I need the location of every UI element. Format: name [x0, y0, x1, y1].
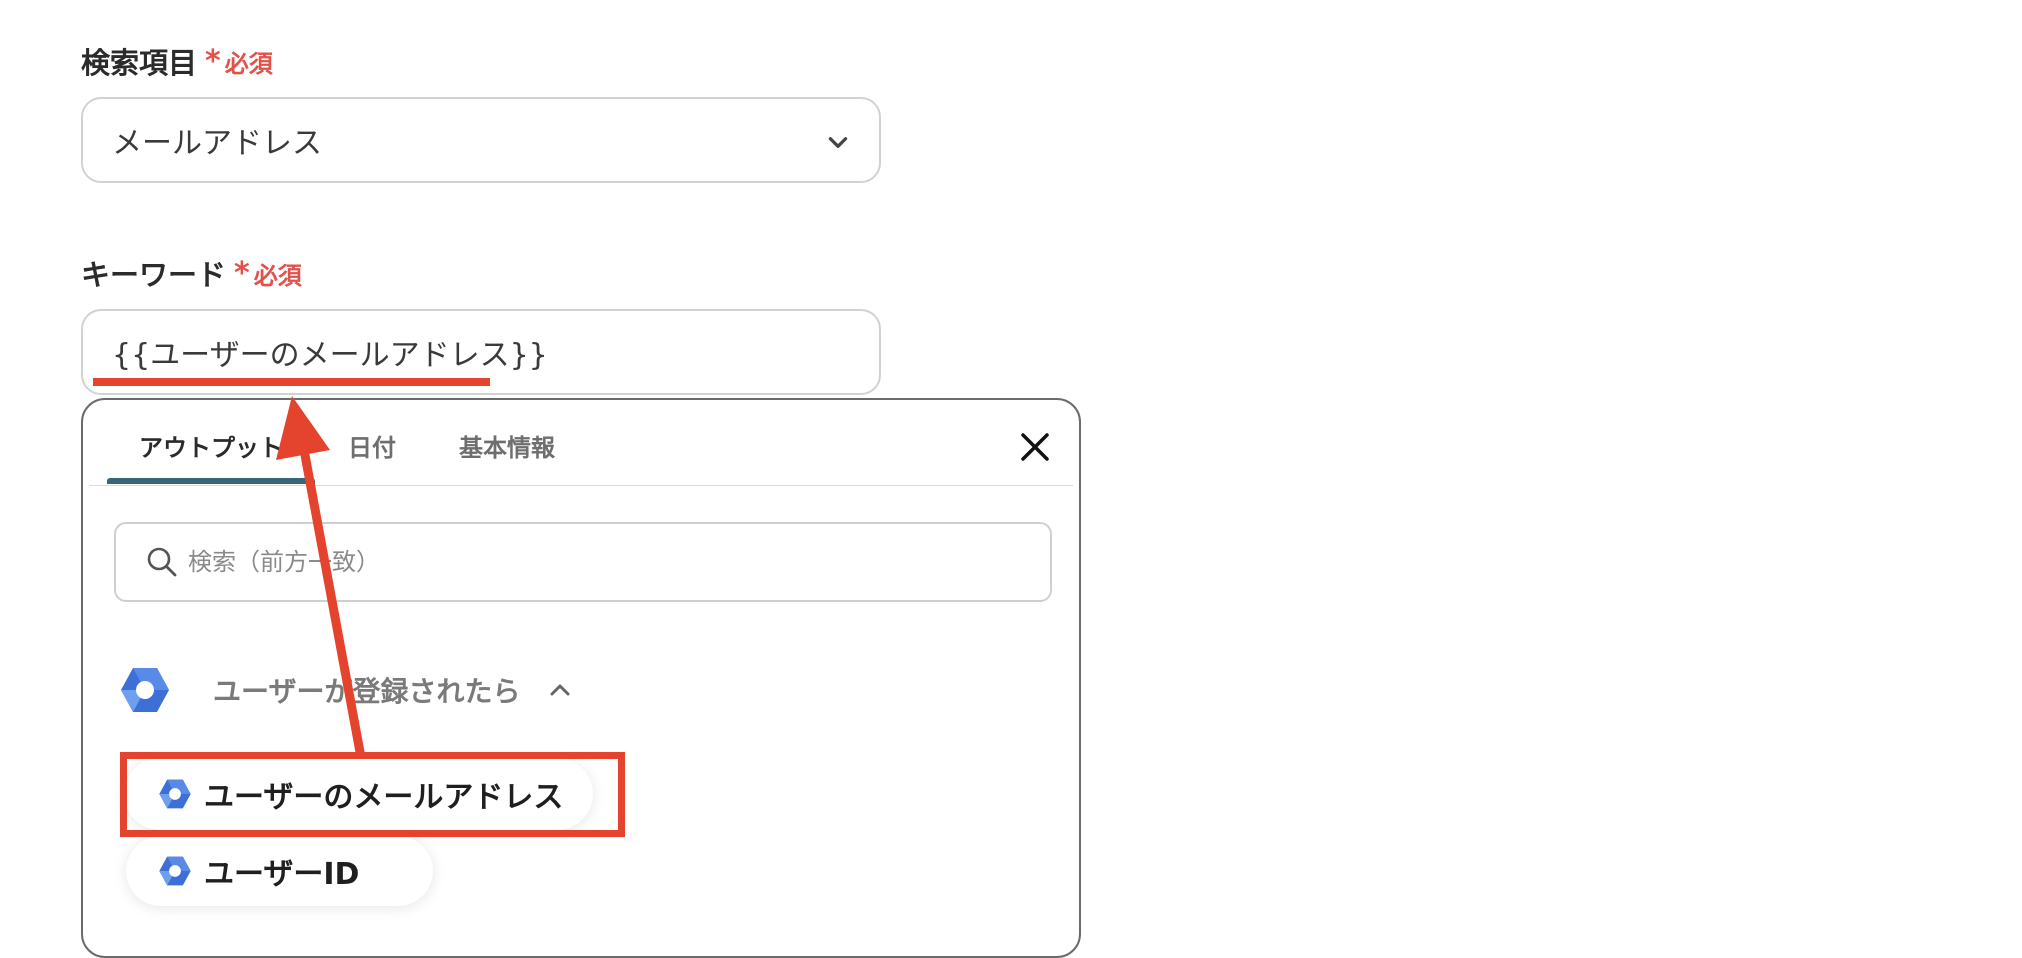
required-text: 必須: [253, 261, 302, 290]
keyword-input-value: {{ユーザーのメールアドレス}}: [112, 338, 548, 373]
search-box[interactable]: [114, 522, 1052, 602]
chevron-down-icon: [828, 137, 848, 148]
google-workspace-icon: [159, 779, 191, 809]
required-star: *: [205, 43, 221, 79]
close-icon[interactable]: [1018, 430, 1052, 464]
tab-output[interactable]: アウトプット: [139, 428, 283, 463]
search-field-label: 検索項目 * 必須: [81, 40, 273, 82]
search-input[interactable]: [186, 547, 890, 577]
keyword-field-label: キーワード * 必須: [81, 252, 302, 294]
search-field-label-text: 検索項目: [81, 46, 198, 80]
search-field-value: メールアドレス: [112, 126, 322, 161]
output-group-title: ユーザーが登録されたら: [213, 675, 521, 708]
required-text: 必須: [224, 49, 273, 78]
output-group-header[interactable]: ユーザーが登録されたら: [119, 666, 572, 714]
tab-date[interactable]: 日付: [348, 428, 396, 463]
search-icon: [147, 547, 177, 577]
annotation-underline: [93, 378, 490, 386]
keyword-field-label-text: キーワード: [81, 258, 227, 292]
chevron-up-icon[interactable]: [548, 678, 572, 702]
output-item-label: ユーザーのメールアドレス: [204, 780, 564, 815]
required-star: *: [234, 255, 250, 291]
google-workspace-icon: [121, 668, 169, 712]
google-workspace-icon: [159, 856, 191, 886]
tab-divider: [89, 485, 1073, 486]
search-field-select[interactable]: メールアドレス: [81, 97, 881, 183]
output-item-label: ユーザーID: [204, 857, 360, 892]
tab-basic-info[interactable]: 基本情報: [459, 428, 555, 463]
tab-active-indicator: [107, 478, 315, 484]
output-item-user-id[interactable]: ユーザーID: [126, 836, 434, 906]
output-item-user-email[interactable]: ユーザーのメールアドレス: [124, 758, 594, 830]
